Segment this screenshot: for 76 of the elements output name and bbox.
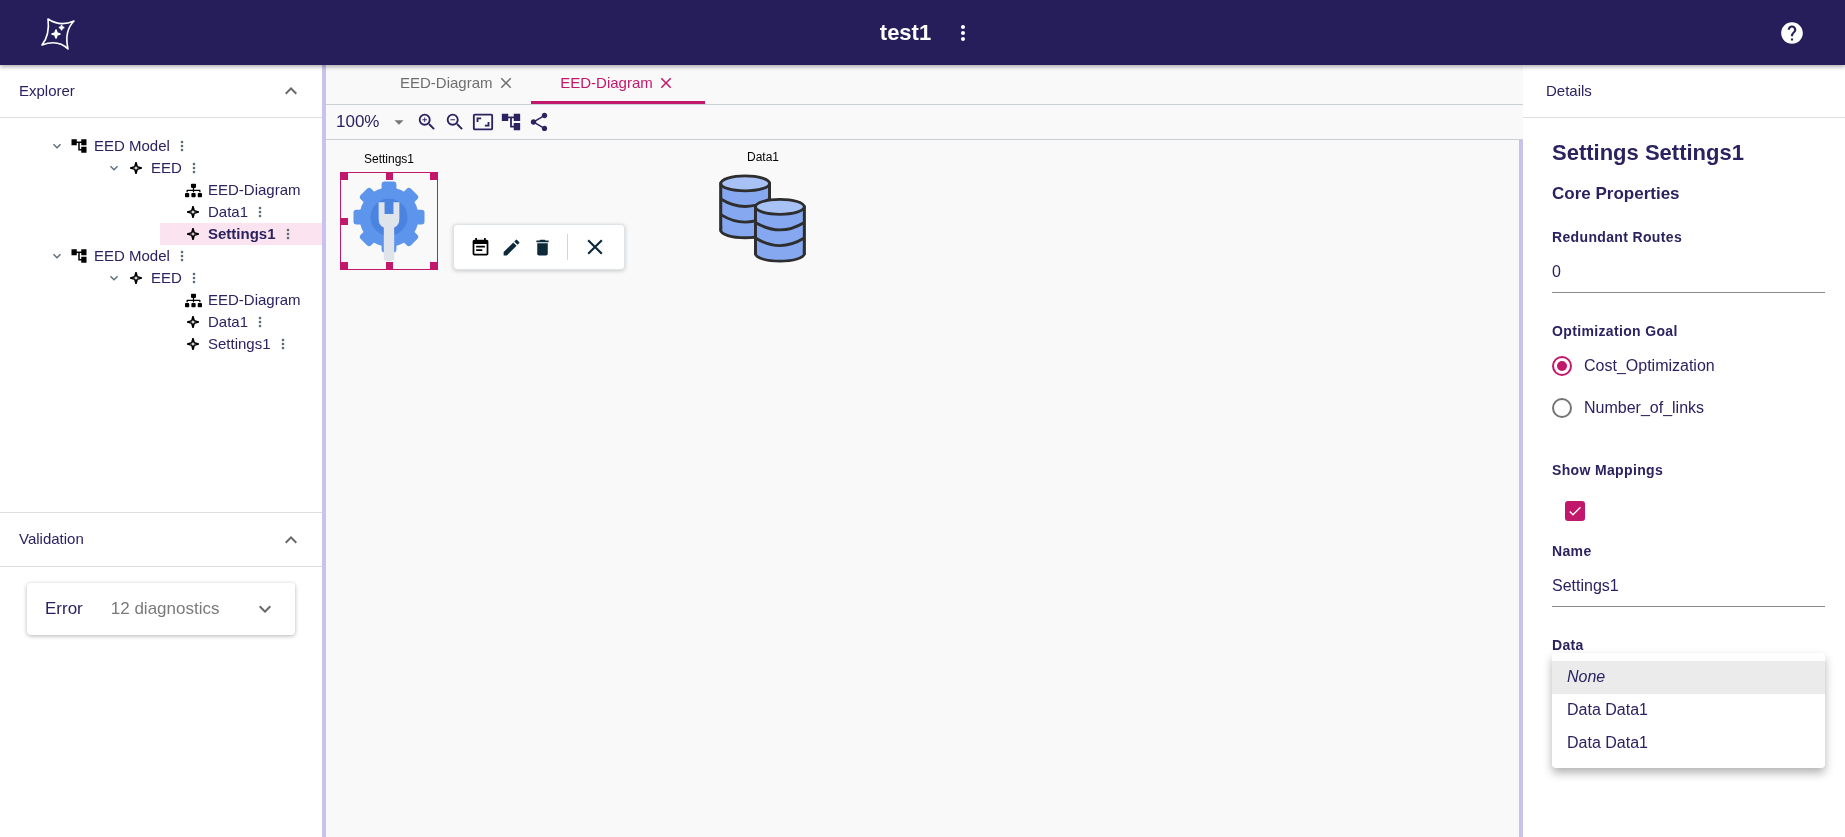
layout-icon[interactable]: [500, 111, 522, 133]
resize-handle[interactable]: [341, 218, 348, 225]
resize-handle[interactable]: [341, 262, 348, 269]
checkbox[interactable]: [1565, 500, 1585, 521]
tree-item[interactable]: EED-Diagram: [160, 289, 301, 311]
resize-handle[interactable]: [386, 173, 393, 180]
resize-handle[interactable]: [341, 173, 348, 180]
tree-label: EED: [151, 267, 182, 288]
menu-item[interactable]: Data Data1: [1552, 693, 1825, 727]
tree-item[interactable]: Settings1: [160, 223, 322, 245]
sitemap-icon: [184, 291, 202, 309]
editor-tab[interactable]: EED-Diagram: [384, 65, 531, 104]
resize-handle[interactable]: [386, 262, 393, 269]
tree-item[interactable]: EED Model: [46, 135, 190, 157]
tree-item[interactable]: EED: [103, 157, 202, 179]
tree-label: EED Model: [94, 135, 170, 156]
panel-title: Details: [1546, 80, 1592, 101]
gear-wrench-icon: [352, 179, 426, 263]
sitemap-icon: [184, 181, 202, 199]
input-field[interactable]: Settings1: [1552, 573, 1825, 607]
resize-handle[interactable]: [430, 262, 437, 269]
tree-label: EED-Diagram: [208, 289, 301, 310]
menu-item[interactable]: Data Data1: [1552, 726, 1825, 760]
app-title: test1: [879, 19, 932, 47]
tree-structure-icon: [70, 137, 88, 155]
field-label: Data: [1552, 635, 1585, 655]
sparkle-icon: [187, 338, 199, 350]
radio-button[interactable]: [1552, 397, 1572, 418]
tree-label: Data1: [208, 311, 249, 332]
field-label: Redundant Routes: [1552, 227, 1684, 247]
share-icon[interactable]: [528, 111, 550, 133]
input-field[interactable]: 0: [1552, 259, 1825, 293]
tree-item[interactable]: EED Model: [46, 245, 190, 267]
editor-tab[interactable]: EED-Diagram: [530, 65, 705, 104]
sparkle-icon: [187, 206, 199, 218]
sparkle-icon: [130, 272, 142, 284]
resize-handle[interactable]: [430, 173, 437, 180]
details-title: Settings Settings1: [1552, 139, 1745, 167]
tree-label: EED: [151, 157, 182, 178]
tree-item[interactable]: Settings1: [160, 333, 291, 355]
tree-item[interactable]: Data1: [160, 311, 269, 333]
sparkle-icon: [187, 228, 199, 240]
sparkle-icon: [187, 316, 199, 328]
help-icon[interactable]: [1779, 19, 1805, 46]
diagnostics-count: 12 diagnostics: [110, 598, 220, 621]
calendar-icon[interactable]: [470, 236, 491, 258]
panel-title: Validation: [19, 529, 84, 550]
gear-wrench-node[interactable]: [340, 172, 438, 270]
sparkle-icon: [130, 162, 142, 174]
tree-label: Settings1: [208, 333, 271, 354]
section-title: Core Properties: [1552, 183, 1681, 205]
tree-label: EED-Diagram: [208, 179, 301, 200]
zoom-in-icon[interactable]: [416, 111, 438, 133]
menu-item[interactable]: None: [1552, 660, 1825, 694]
tree-label: Settings1: [208, 223, 276, 244]
radio-button[interactable]: [1552, 355, 1572, 376]
tree-label: Data1: [208, 201, 249, 222]
node-label: Data1: [747, 149, 779, 166]
field-label: Show Mappings: [1552, 460, 1665, 480]
tree-item[interactable]: Data1: [160, 201, 269, 223]
fit-icon[interactable]: [472, 111, 494, 133]
node-label: Settings1: [363, 151, 414, 168]
panel-title: Explorer: [19, 80, 75, 101]
zoom-out-icon[interactable]: [444, 111, 466, 133]
tree-structure-icon: [70, 247, 88, 265]
diagnostics-card[interactable]: Error 12 diagnostics: [27, 583, 295, 635]
tree-label: EED Model: [94, 245, 170, 266]
radio-label: Cost_Optimization: [1584, 355, 1715, 376]
field-label: Optimization Goal: [1552, 321, 1679, 341]
tree-item[interactable]: EED: [103, 267, 202, 289]
field-label: Name: [1552, 541, 1593, 561]
tree-item[interactable]: EED-Diagram: [160, 179, 301, 201]
database-icon: [718, 174, 808, 264]
radio-label: Number_of_links: [1584, 397, 1705, 418]
zoom-level[interactable]: 100%: [336, 109, 382, 135]
severity-label: Error: [45, 598, 83, 621]
